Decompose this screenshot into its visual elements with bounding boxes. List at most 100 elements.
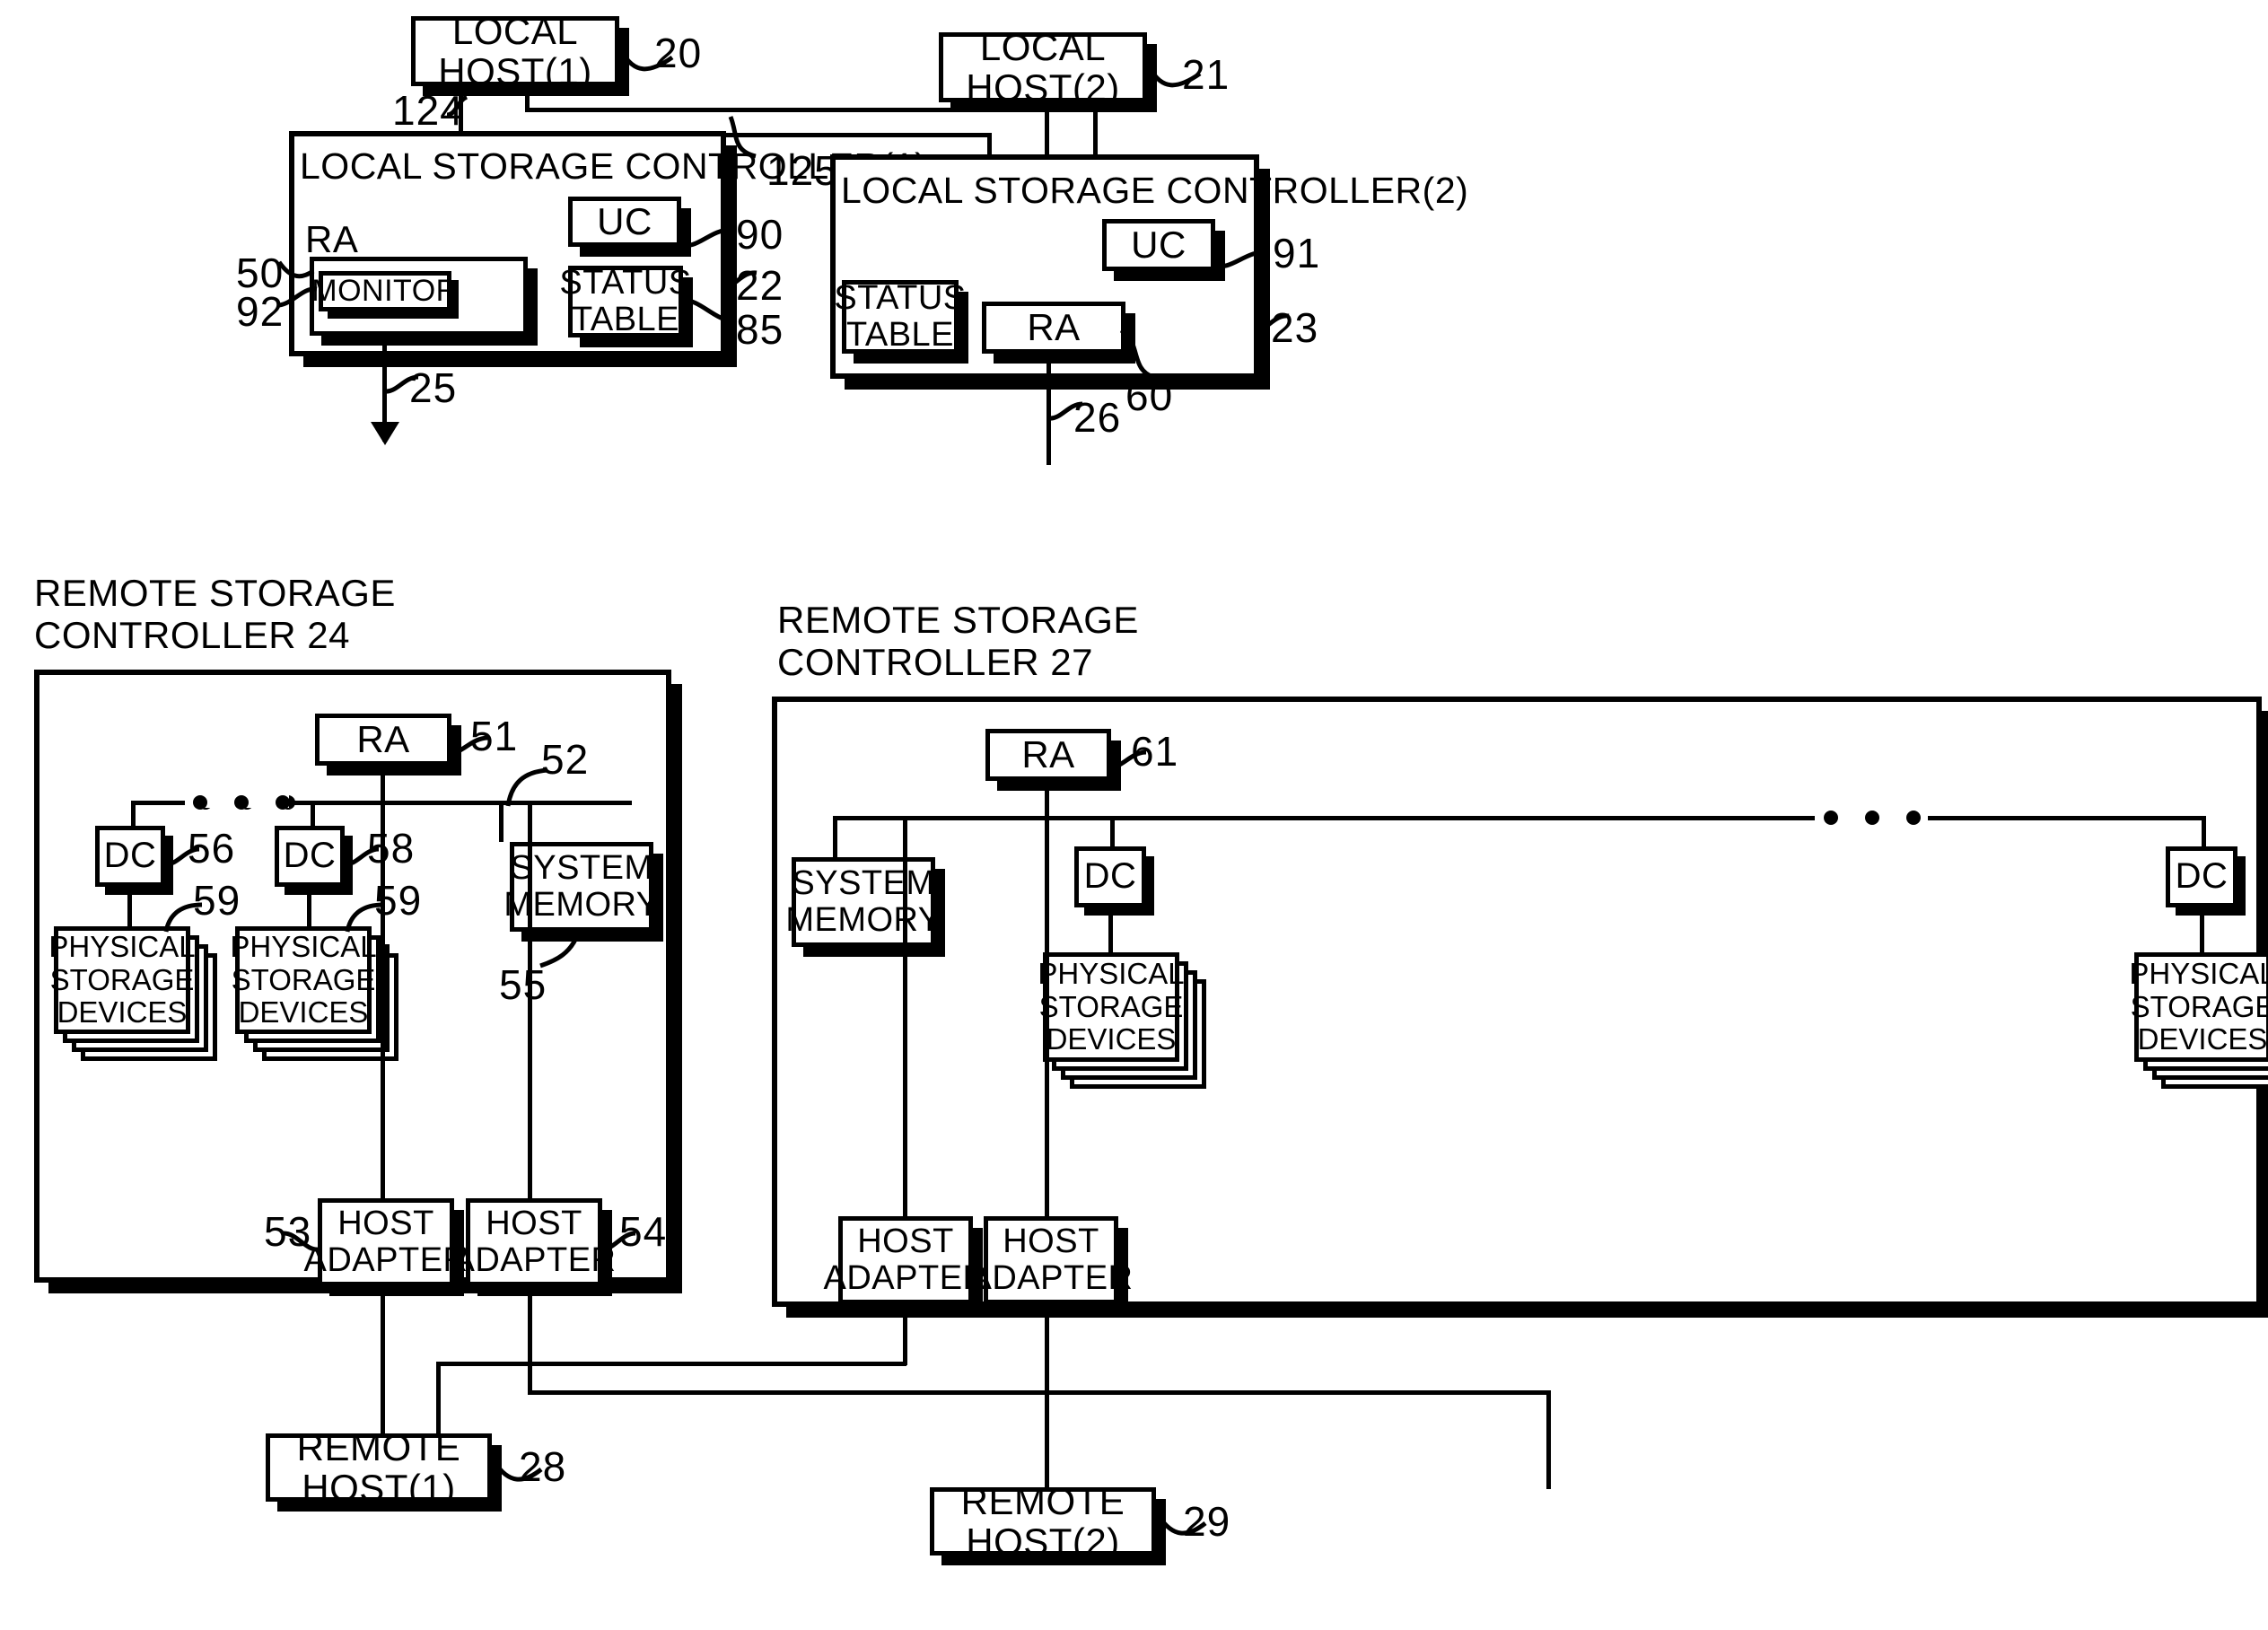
wire-bus-to-ha53 — [381, 801, 385, 1198]
node-local-host-2[interactable]: LOCAL HOST(2) — [939, 27, 1147, 108]
node-uc-lsc1[interactable]: UC — [568, 197, 681, 247]
leader-50 — [276, 260, 315, 282]
node-physical-storage-devices-2[interactable]: PHYSICAL STORAGE DEVICES — [230, 926, 415, 1070]
stack-sheet-front: PHYSICAL STORAGE DEVICES — [2129, 952, 2268, 1062]
wire-bus-to-dc56 — [131, 801, 136, 826]
node-label: PHYSICAL STORAGE DEVICES — [1038, 956, 1185, 1056]
node-local-host-1[interactable]: LOCAL HOST(1) — [411, 11, 619, 92]
node-ra-lsc2[interactable]: RA — [982, 302, 1125, 354]
node-physical-storage-devices-4[interactable]: PHYSICAL STORAGE DEVICES — [2129, 952, 2268, 1100]
wire-bus-to-dc-27a — [1110, 816, 1115, 846]
wire-bus-to-ha27b — [1045, 816, 1049, 1216]
node-label: RA — [1021, 733, 1075, 776]
wire-bus-125-top — [525, 108, 1048, 112]
node-remote-host-1[interactable]: REMOTE HOST(1) — [266, 1427, 492, 1508]
node-uc-lsc2[interactable]: UC — [1102, 219, 1215, 271]
wire-lh2-to-lsc2 — [1093, 102, 1098, 160]
node-status-table-lsc2[interactable]: STATUS TABLE — [834, 279, 966, 354]
node-label: UC — [1131, 223, 1187, 267]
node-physical-storage-devices-3[interactable]: PHYSICAL STORAGE DEVICES — [1038, 952, 1222, 1100]
ref-60: 60 — [1125, 372, 1174, 419]
ref-29: 29 — [1183, 1498, 1231, 1545]
wire-dc58-to-psd — [307, 887, 311, 926]
node-label: LOCAL HOST(1) — [438, 9, 592, 92]
ref-54: 54 — [619, 1208, 668, 1255]
node-host-adapter-rsc27-b[interactable]: HOST ADAPTER — [969, 1216, 1133, 1304]
node-label: MONITOR — [311, 274, 459, 309]
wire-ha53-to-rh1 — [381, 1286, 385, 1434]
ref-85: 85 — [736, 306, 784, 353]
figure-canvas: LOCAL HOST(1) 20 LOCAL HOST(2) 21 124 12… — [0, 0, 2268, 1630]
ref-58: 58 — [367, 825, 416, 872]
ellipsis-rsc24-dots — [193, 795, 290, 810]
node-host-adapter-53[interactable]: HOST ADAPTER — [304, 1198, 468, 1286]
node-label: REMOTE HOST(1) — [296, 1425, 461, 1509]
node-dc-rsc27-b[interactable]: DC — [2166, 846, 2237, 907]
stack-sheet-front: PHYSICAL STORAGE DEVICES — [48, 926, 196, 1034]
wire-bus-to-ha27a — [903, 816, 907, 1216]
label-remote-storage-controller-27: REMOTE STORAGE CONTROLLER 27 — [777, 599, 1139, 684]
node-label: DC — [103, 836, 157, 876]
node-system-memory-rsc27[interactable]: SYSTEM MEMORY — [785, 857, 941, 947]
node-label: DC — [1083, 856, 1137, 897]
wire-ha27a-down — [903, 1304, 907, 1365]
wire-ha27a-to-rh1 — [436, 1362, 441, 1435]
wire-ha54-right — [528, 1390, 1551, 1395]
node-label: REMOTE HOST(2) — [960, 1479, 1125, 1563]
ref-59a: 59 — [193, 877, 241, 924]
node-dc-58[interactable]: DC — [275, 826, 345, 887]
ellipsis-rsc27 — [1824, 811, 1921, 825]
node-host-adapter-54[interactable]: HOST ADAPTER — [452, 1198, 616, 1286]
ref-56: 56 — [188, 825, 236, 872]
node-ra-rsc27[interactable]: RA — [985, 729, 1111, 781]
wire-bus-125-down-to-lsc2 — [1045, 108, 1049, 154]
node-label: SYSTEM MEMORY — [785, 863, 941, 939]
node-host-adapter-rsc27-a[interactable]: HOST ADAPTER — [824, 1216, 987, 1304]
node-monitor[interactable]: MONITOR — [311, 271, 458, 311]
wire-bus-to-sysmem24 — [499, 801, 504, 842]
ref-21: 21 — [1182, 51, 1230, 98]
ref-23: 23 — [1271, 304, 1319, 351]
node-label: DC — [2175, 856, 2229, 897]
wire-ha27b-to-rh2 — [1045, 1304, 1049, 1488]
node-label: HOST ADAPTER — [303, 1204, 468, 1279]
stack-sheet-front: PHYSICAL STORAGE DEVICES — [230, 926, 377, 1034]
wire-dc27b-to-psd — [2200, 907, 2204, 952]
node-dc-rsc27-a[interactable]: DC — [1074, 846, 1146, 907]
wire-ha27a-left — [436, 1362, 906, 1366]
node-label: DC — [283, 836, 337, 876]
node-label: PHYSICAL STORAGE DEVICES — [2129, 956, 2268, 1056]
container-remote-storage-controller-27 — [772, 697, 2262, 1307]
wire-ha54-down — [528, 1286, 532, 1394]
node-label: STATUS TABLE — [559, 263, 692, 338]
label-local-storage-controller-2: LOCAL STORAGE CONTROLLER(2) — [841, 170, 1469, 211]
bus-rsc27-main — [833, 816, 2206, 820]
leader-124 — [446, 94, 470, 120]
ref-53: 53 — [264, 1208, 312, 1255]
node-ra-rsc24[interactable]: RA — [315, 714, 451, 766]
wire-bus-to-sysmem27 — [833, 816, 837, 857]
wire-ha54-to-rh2 — [1546, 1390, 1551, 1489]
node-remote-host-2[interactable]: REMOTE HOST(2) — [930, 1481, 1156, 1562]
wire-bus-to-dc-27b — [2202, 816, 2206, 846]
node-label: PHYSICAL STORAGE DEVICES — [48, 929, 196, 1030]
ref-61: 61 — [1131, 728, 1179, 775]
ref-52: 52 — [541, 736, 590, 783]
node-label: HOST ADAPTER — [823, 1222, 988, 1297]
ref-26: 26 — [1073, 394, 1122, 441]
label-remote-storage-controller-24: REMOTE STORAGE CONTROLLER 24 — [34, 572, 396, 657]
leader-90 — [678, 224, 733, 251]
node-label: RA — [1027, 306, 1081, 349]
ref-25: 25 — [409, 364, 458, 411]
node-label: LOCAL HOST(2) — [966, 25, 1120, 109]
node-physical-storage-devices-1[interactable]: PHYSICAL STORAGE DEVICES — [48, 926, 233, 1070]
node-dc-56[interactable]: DC — [95, 826, 165, 887]
wire-ra61-down — [1045, 781, 1049, 820]
node-status-table-lsc1[interactable]: STATUS TABLE — [559, 264, 691, 337]
leader-92 — [278, 285, 319, 309]
label-ra-lsc1: RA — [305, 218, 359, 260]
ref-92: 92 — [236, 288, 285, 335]
ref-91: 91 — [1273, 230, 1321, 276]
node-label: HOST ADAPTER — [968, 1222, 1134, 1297]
leader-85 — [681, 296, 740, 329]
